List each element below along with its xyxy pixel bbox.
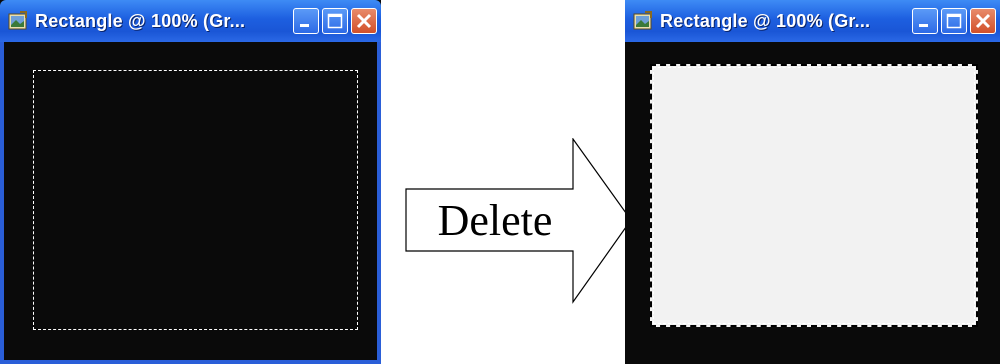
right-document-window: Rectangle @ 100% (Gr... [625, 0, 1000, 364]
close-button[interactable] [970, 8, 996, 34]
close-icon [975, 13, 991, 29]
deleted-selection-area[interactable] [650, 64, 978, 327]
window-border-right [377, 42, 381, 364]
app-icon [8, 11, 27, 30]
minimize-icon [919, 24, 928, 27]
close-icon [356, 13, 372, 29]
maximize-icon [327, 13, 343, 29]
minimize-button[interactable] [912, 8, 938, 34]
document-canvas[interactable] [8, 50, 376, 352]
minimize-button[interactable] [293, 8, 319, 34]
maximize-button[interactable] [322, 8, 348, 34]
maximize-icon [946, 13, 962, 29]
left-document-window: Rectangle @ 100% (Gr... [0, 0, 381, 364]
selection-marquee[interactable] [33, 70, 358, 330]
left-title-bar[interactable]: Rectangle @ 100% (Gr... [0, 0, 381, 42]
window-border-bottom [0, 360, 381, 364]
document-canvas[interactable] [625, 42, 1000, 364]
window-border-left [0, 42, 4, 364]
maximize-button[interactable] [941, 8, 967, 34]
right-title-bar[interactable]: Rectangle @ 100% (Gr... [625, 0, 1000, 42]
close-button[interactable] [351, 8, 377, 34]
arrow-label: Delete [437, 196, 553, 245]
window-title: Rectangle @ 100% (Gr... [660, 10, 871, 31]
minimize-icon [300, 24, 309, 27]
app-icon [633, 11, 652, 30]
window-title: Rectangle @ 100% (Gr... [35, 10, 246, 31]
